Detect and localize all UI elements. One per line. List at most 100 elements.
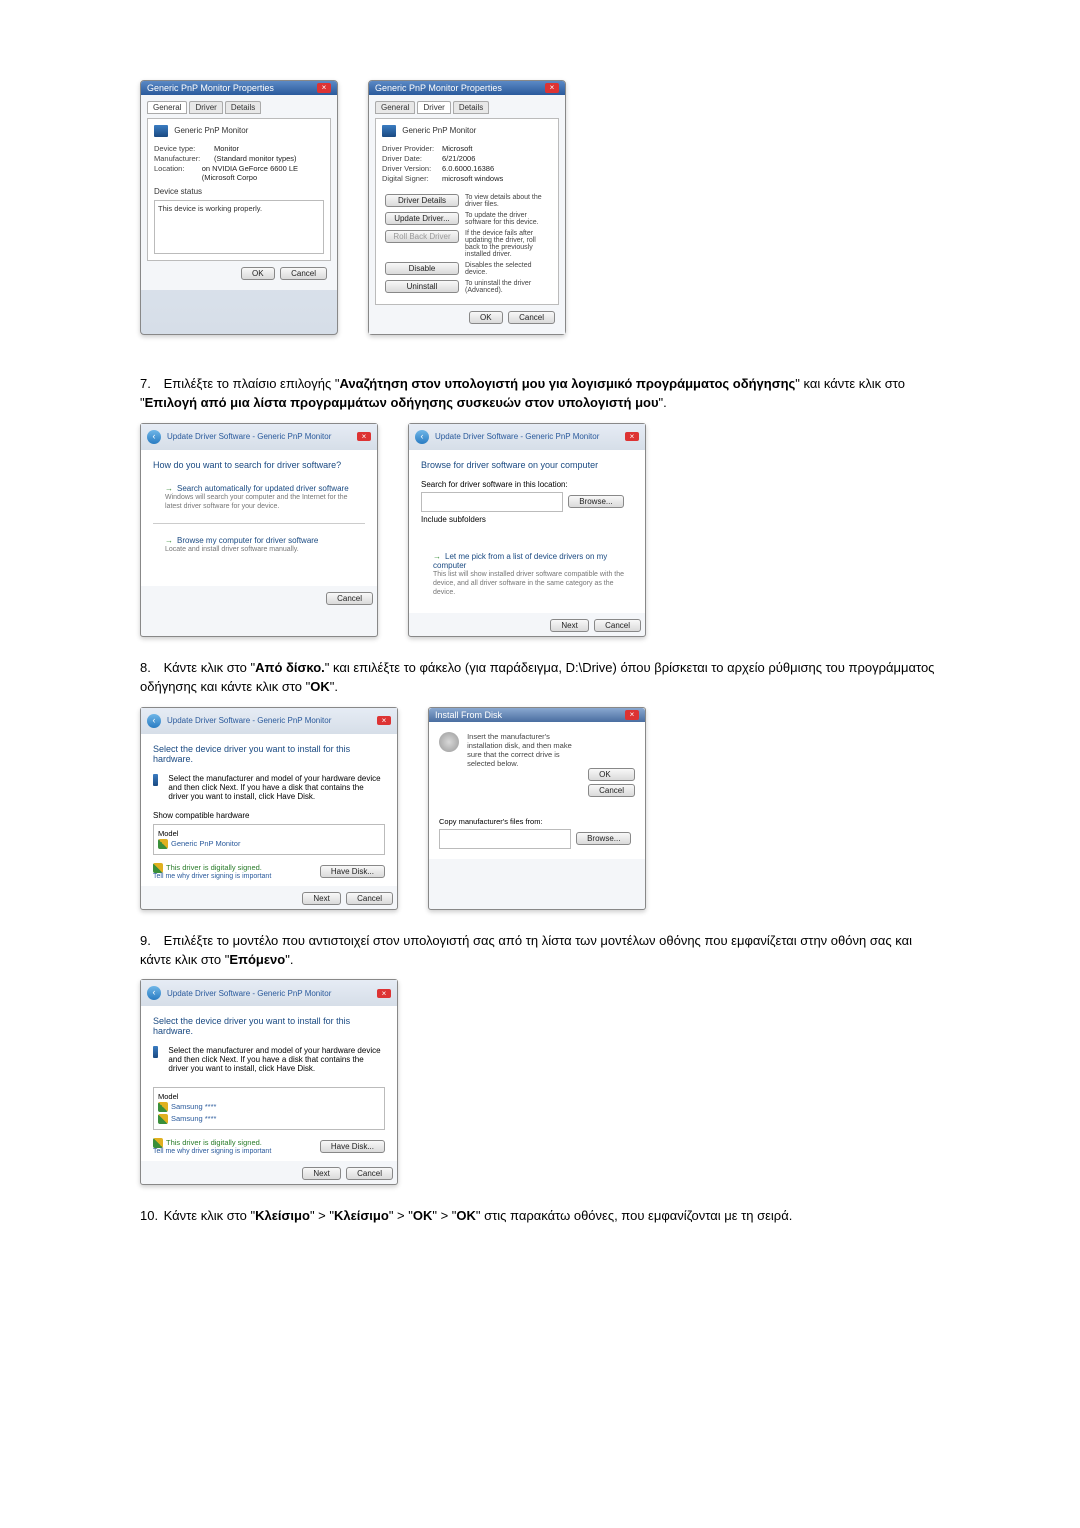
close-icon[interactable]: × [377, 716, 391, 725]
close-icon[interactable]: × [625, 432, 639, 441]
driver-details-button[interactable]: Driver Details [385, 194, 459, 207]
value: Microsoft [442, 144, 472, 153]
cancel-button[interactable]: Cancel [346, 892, 393, 905]
location-input[interactable] [421, 492, 563, 512]
device-type-row: Device type: Monitor [154, 144, 324, 153]
signing-link[interactable]: Tell me why driver signing is important [153, 1148, 271, 1155]
rollback-driver-button[interactable]: Roll Back Driver [385, 230, 459, 243]
device-status-label: Device status [154, 187, 324, 196]
signing-link[interactable]: Tell me why driver signing is important [153, 873, 271, 880]
cancel-button[interactable]: Cancel [508, 311, 555, 324]
update-driver-wizard-browse: ‹ Update Driver Software - Generic PnP M… [408, 423, 646, 637]
choice-search-auto[interactable]: →Search automatically for updated driver… [153, 480, 365, 515]
cancel-button[interactable]: Cancel [346, 1167, 393, 1180]
cancel-button[interactable]: Cancel [280, 267, 327, 280]
tab-details[interactable]: Details [453, 101, 489, 114]
tab-general[interactable]: General [375, 101, 415, 114]
monitor-heading: Generic PnP Monitor [174, 126, 248, 135]
wizard-header: ‹ Update Driver Software - Generic PnP M… [141, 708, 397, 734]
uninstall-row: Uninstall To uninstall the driver (Advan… [382, 280, 552, 294]
install-disk-text: Insert the manufacturer's installation d… [467, 732, 587, 768]
model-item[interactable]: Samsung **** [158, 1101, 380, 1113]
step-number: 7. [140, 375, 160, 394]
wizard-breadcrumb: Update Driver Software - Generic PnP Mon… [435, 432, 599, 441]
update-driver-button[interactable]: Update Driver... [385, 212, 459, 225]
top-row: Insert the manufacturer's installation d… [439, 732, 635, 768]
cancel-button[interactable]: Cancel [594, 619, 641, 632]
arrow-icon: → [165, 484, 173, 493]
model-label: Model [158, 829, 380, 838]
monitor-icon [382, 125, 396, 137]
have-disk-button[interactable]: Have Disk... [320, 865, 385, 878]
tab-driver[interactable]: Driver [417, 101, 450, 114]
monitor-heading-row: Generic PnP Monitor [154, 125, 324, 137]
rollback-driver-desc: If the device fails after updating the d… [465, 230, 552, 258]
uninstall-desc: To uninstall the driver (Advanced). [465, 280, 552, 294]
tab-details[interactable]: Details [225, 101, 261, 114]
browse-button[interactable]: Browse... [576, 832, 631, 845]
right-button-col: OK Cancel [585, 768, 635, 797]
close-icon[interactable]: × [545, 83, 559, 93]
back-icon[interactable]: ‹ [415, 430, 429, 444]
update-driver-wizard-search: ‹ Update Driver Software - Generic PnP M… [140, 423, 378, 637]
choice-pick-from-list[interactable]: →Let me pick from a list of device drive… [421, 548, 633, 601]
wizard-button-row: Next Cancel [141, 886, 397, 909]
tab-strip: General Driver Details [147, 101, 331, 114]
tab-strip: General Driver Details [375, 101, 559, 114]
close-icon[interactable]: × [317, 83, 331, 93]
include-subfolders[interactable]: Include subfolders [421, 515, 633, 524]
close-icon[interactable]: × [625, 710, 639, 720]
choice-desc: This list will show installed driver sof… [433, 570, 633, 597]
wizard-row-3: ‹ Update Driver Software - Generic PnP M… [140, 979, 940, 1185]
back-icon[interactable]: ‹ [147, 986, 161, 1000]
back-icon[interactable]: ‹ [147, 430, 161, 444]
next-button[interactable]: Next [302, 892, 340, 905]
step-bold-1: Από δίσκο. [255, 660, 325, 675]
model-item[interactable]: Generic PnP Monitor [158, 838, 380, 850]
dialog-button-row: OK Cancel [375, 305, 559, 328]
ok-button[interactable]: OK [588, 768, 635, 781]
monitor-properties-general-dialog: Generic PnP Monitor Properties × General… [140, 80, 338, 335]
step-text-part: ". [285, 952, 293, 967]
device-status-box: This device is working properly. [154, 200, 324, 254]
dialog-title-text: Install From Disk [435, 710, 502, 720]
driver-panel: Generic PnP Monitor Driver Provider:Micr… [375, 118, 559, 305]
copy-from-input[interactable] [439, 829, 571, 849]
dialog-title-text: Generic PnP Monitor Properties [147, 83, 274, 93]
model-label: Model [158, 1092, 380, 1101]
choice-browse-computer[interactable]: →Browse my computer for driver software … [153, 532, 365, 558]
wizard-body: Select the device driver you want to ins… [141, 734, 397, 886]
step-bold-1: Επόμενο [229, 952, 285, 967]
next-button[interactable]: Next [550, 619, 588, 632]
signed-block: This driver is digitally signed. Tell me… [153, 1138, 271, 1155]
location-row: Location: on NVIDIA GeForce 6600 LE (Mic… [154, 164, 324, 182]
cancel-button[interactable]: Cancel [326, 592, 373, 605]
cancel-button[interactable]: Cancel [588, 784, 635, 797]
wizard-desc-row: Select the manufacturer and model of you… [153, 1046, 385, 1073]
signed-row: This driver is digitally signed. Tell me… [153, 863, 385, 880]
ok-button[interactable]: OK [241, 267, 275, 280]
ok-button[interactable]: OK [469, 311, 503, 324]
browse-button[interactable]: Browse... [568, 495, 623, 508]
manufacturer-label: Manufacturer: [154, 154, 214, 163]
location-label: Location: [154, 164, 202, 182]
search-location-label: Search for driver software in this locat… [421, 480, 633, 489]
model-item[interactable]: Samsung **** [158, 1113, 380, 1125]
tab-driver[interactable]: Driver [189, 101, 222, 114]
model-name: Generic PnP Monitor [171, 839, 240, 848]
dialog-titlebar: Generic PnP Monitor Properties × [141, 81, 337, 95]
location-value: on NVIDIA GeForce 6600 LE (Microsoft Cor… [202, 164, 324, 182]
back-icon[interactable]: ‹ [147, 714, 161, 728]
tab-general[interactable]: General [147, 101, 187, 114]
close-icon[interactable]: × [357, 432, 371, 441]
compat-checkbox-label[interactable]: Show compatible hardware [153, 811, 385, 820]
signed-row: This driver is digitally signed. Tell me… [153, 1138, 385, 1155]
close-icon[interactable]: × [377, 989, 391, 998]
monitor-heading: Generic PnP Monitor [402, 126, 476, 135]
driver-provider-row: Driver Provider:Microsoft [382, 144, 552, 153]
step-bold-4: OK [456, 1208, 476, 1223]
have-disk-button[interactable]: Have Disk... [320, 1140, 385, 1153]
uninstall-button[interactable]: Uninstall [385, 280, 459, 293]
next-button[interactable]: Next [302, 1167, 340, 1180]
disable-button[interactable]: Disable [385, 262, 459, 275]
